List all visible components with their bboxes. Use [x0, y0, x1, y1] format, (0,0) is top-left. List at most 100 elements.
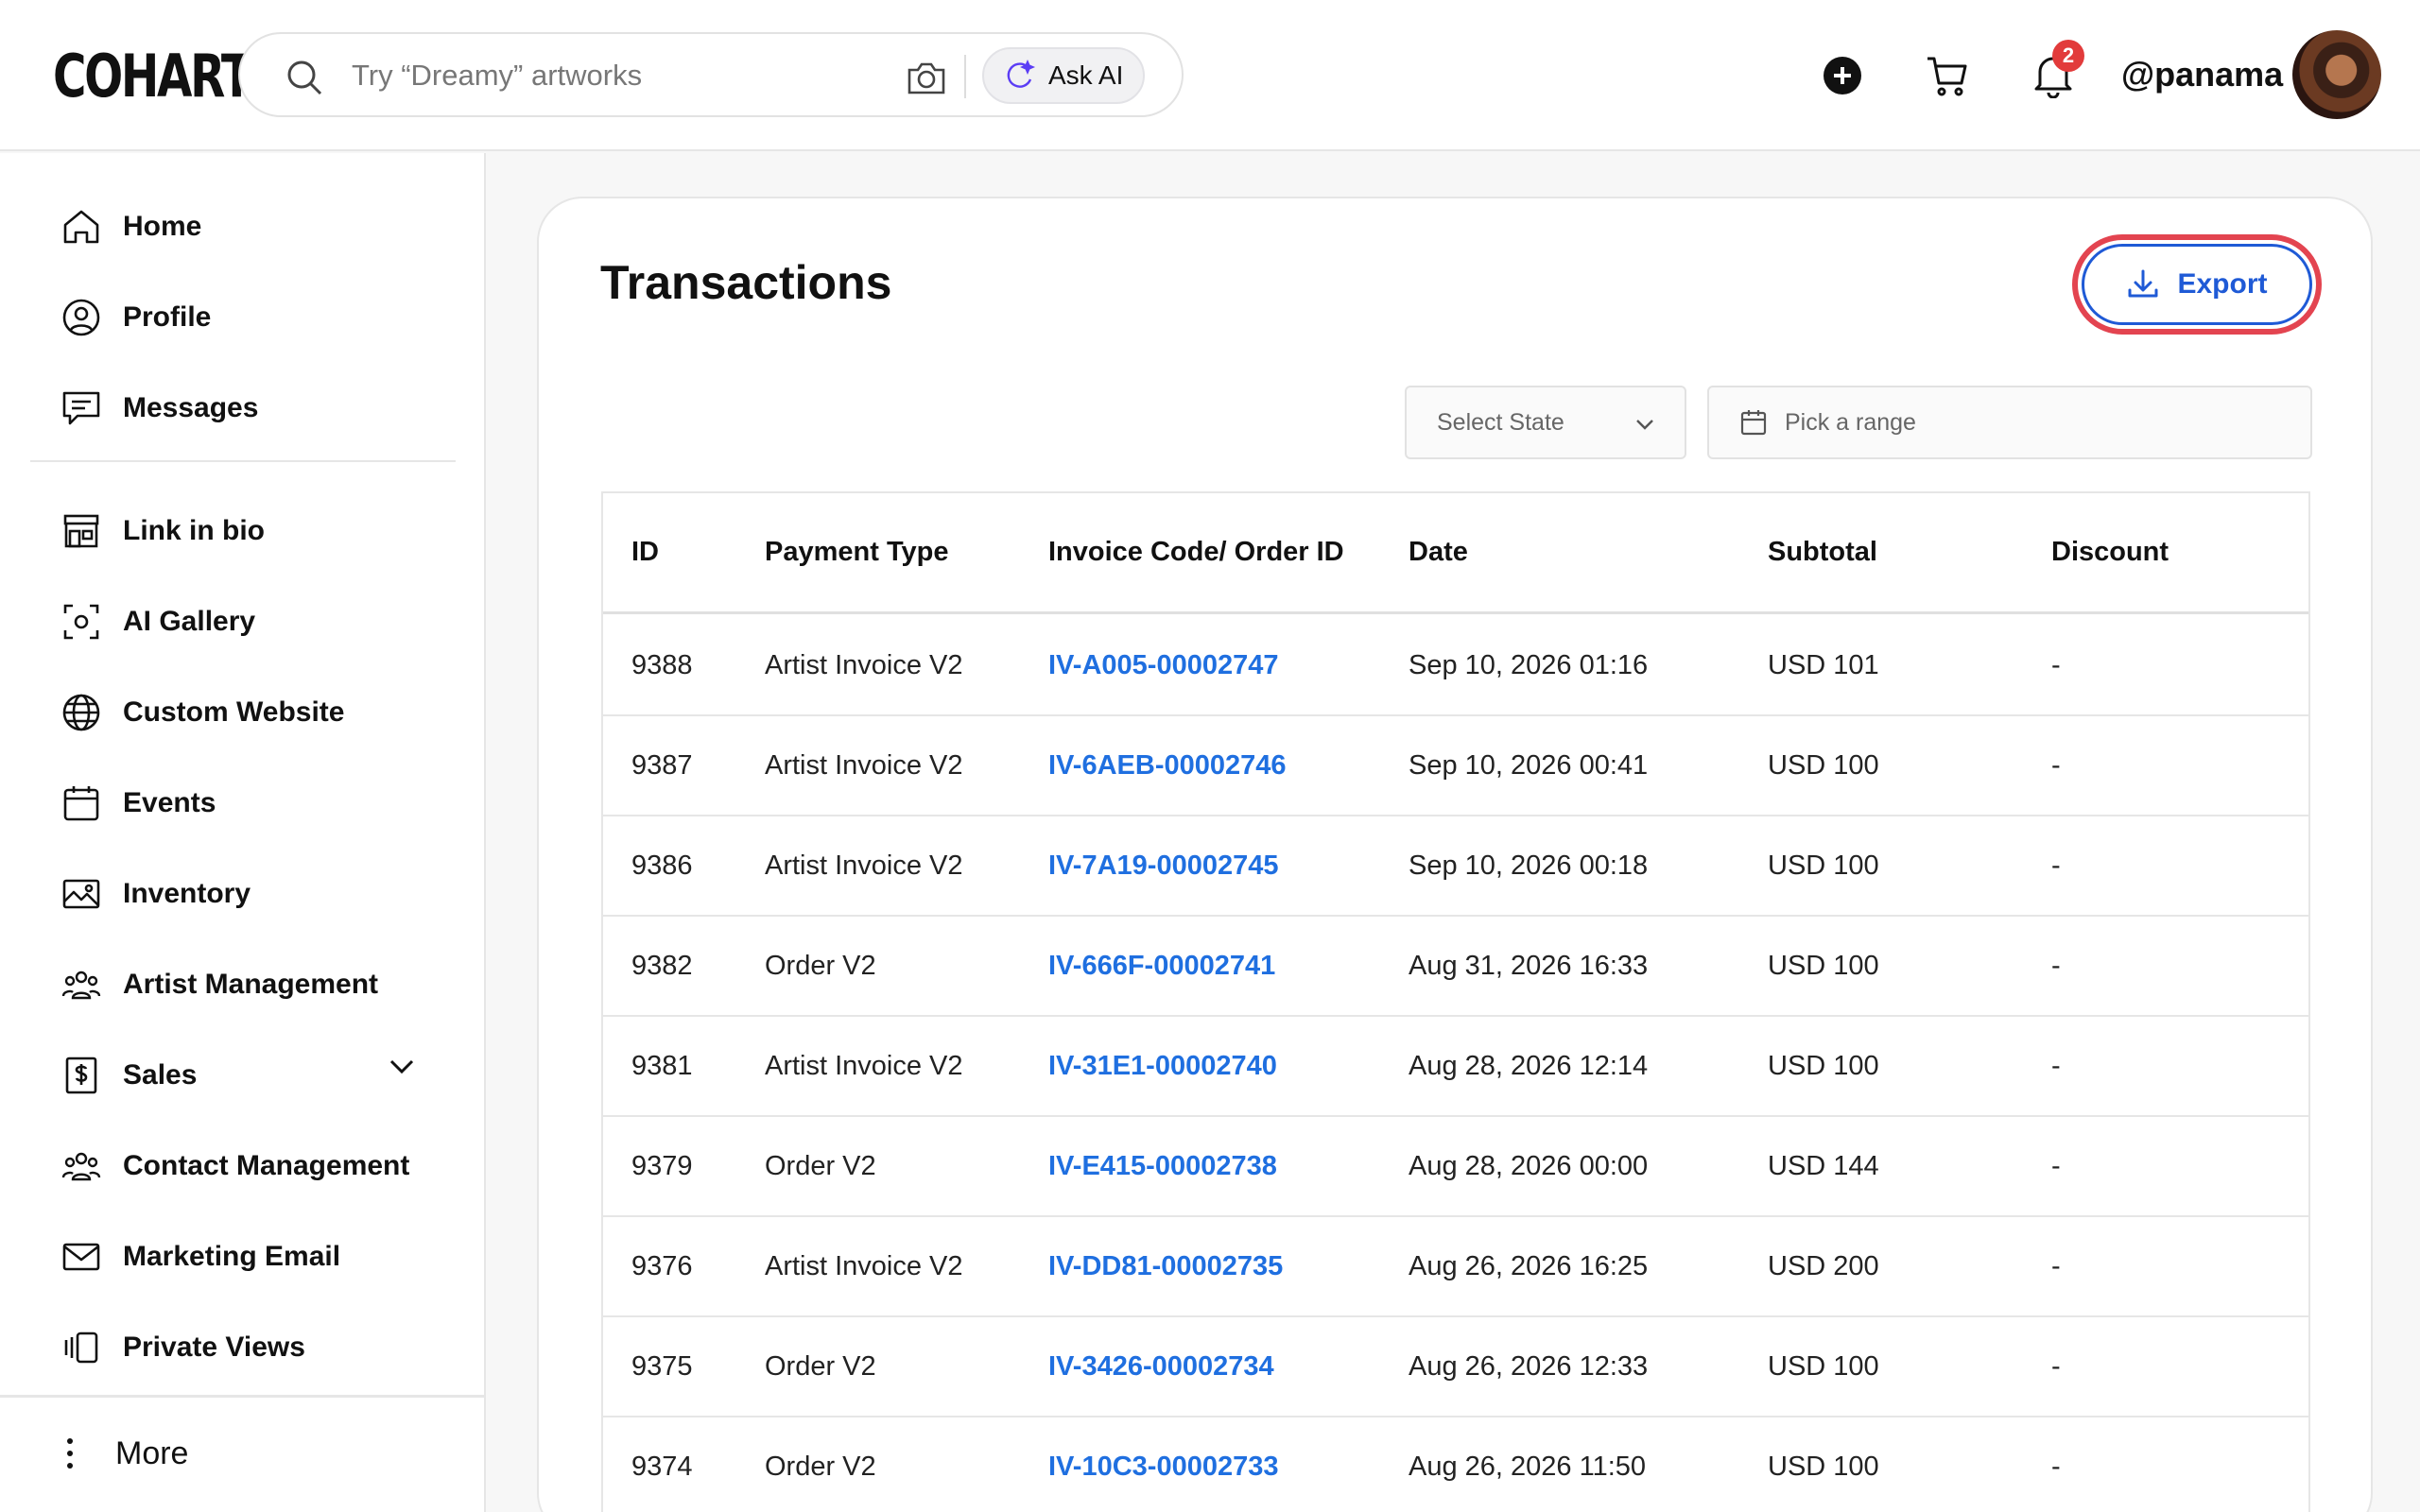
sidebar-item-contact-management[interactable]: Contact Management — [60, 1138, 409, 1194]
invoice-code-link[interactable]: IV-666F-00002741 — [1048, 951, 1275, 982]
chevron-down-icon[interactable] — [386, 1050, 418, 1082]
users-icon — [61, 971, 101, 1000]
sidebar-item-profile[interactable]: Profile — [60, 289, 211, 346]
cell-id: 9376 — [631, 1251, 693, 1281]
table-row[interactable]: 9388 Artist Invoice V2 IV-A005-00002747 Sep… — [603, 616, 2308, 716]
cell-discount: - — [2051, 750, 2061, 781]
export-button[interactable]: Export — [2082, 244, 2312, 325]
sparkle-icon — [1007, 59, 1036, 88]
sidebar-item-events[interactable]: Events — [60, 775, 216, 832]
table-header: ID Payment Type Invoice Code/ Order ID D… — [603, 493, 2308, 614]
cell-discount: - — [2051, 1051, 2061, 1081]
cell-subtotal: USD 100 — [1768, 1351, 1879, 1382]
more-vertical-icon — [60, 1438, 79, 1469]
chevron-down-icon — [1636, 420, 1653, 430]
sidebar-item-label: Custom Website — [123, 696, 345, 728]
sidebar-item-artist-management[interactable]: Artist Management — [60, 956, 378, 1013]
sidebar-item-home[interactable]: Home — [60, 198, 201, 255]
table-row[interactable]: 9375 Order V2 IV-3426-00002734 Aug 26, 2026… — [603, 1317, 2308, 1418]
cell-payment-type: Order V2 — [765, 1351, 876, 1382]
invoice-code-link[interactable]: IV-31E1-00002740 — [1048, 1051, 1277, 1082]
select-state-label: Select State — [1437, 408, 1564, 436]
cell-id: 9374 — [631, 1452, 693, 1482]
column-header-payment-type[interactable]: Payment Type — [765, 537, 948, 568]
sidebar-item-messages[interactable]: Messages — [60, 380, 258, 437]
avatar[interactable] — [2292, 30, 2381, 119]
sidebar-item-label: AI Gallery — [123, 606, 256, 637]
date-range-picker[interactable]: Pick a range — [1707, 386, 2312, 459]
table-row[interactable]: 9379 Order V2 IV-E415-00002738 Aug 28, 2026… — [603, 1117, 2308, 1217]
cell-subtotal: USD 101 — [1768, 650, 1879, 680]
column-header-invoice-code[interactable]: Invoice Code/ Order ID — [1048, 537, 1344, 568]
sidebar-item-link-in-bio[interactable]: Link in bio — [60, 503, 265, 559]
column-header-date[interactable]: Date — [1409, 537, 1468, 568]
cell-id: 9382 — [631, 951, 693, 981]
column-header-id[interactable]: ID — [631, 537, 659, 568]
cell-subtotal: USD 100 — [1768, 1051, 1879, 1081]
table-row[interactable]: 9382 Order V2 IV-666F-00002741 Aug 31, 2026… — [603, 917, 2308, 1017]
cell-date: Aug 28, 2026 00:00 — [1409, 1151, 1649, 1181]
cohart-logo[interactable]: COHART — [53, 42, 252, 111]
invoice-code-link[interactable]: IV-6AEB-00002746 — [1048, 750, 1287, 782]
camera-icon[interactable] — [906, 59, 947, 96]
mail-icon — [62, 1243, 100, 1271]
username[interactable]: @panama — [2121, 55, 2283, 94]
cart-icon[interactable] — [1925, 53, 1970, 98]
invoice-code-link[interactable]: IV-3426-00002734 — [1048, 1351, 1274, 1383]
add-button[interactable] — [1824, 57, 1861, 94]
sidebar-item-label: Sales — [123, 1059, 198, 1091]
table-row[interactable]: 9374 Order V2 IV-10C3-00002733 Aug 26, 2026… — [603, 1418, 2308, 1512]
sidebar-item-ai-gallery[interactable]: AI Gallery — [60, 593, 255, 650]
calendar-icon — [63, 786, 99, 821]
sidebar-item-label: Messages — [123, 392, 259, 423]
image-icon — [62, 879, 100, 909]
cell-subtotal: USD 200 — [1768, 1251, 1879, 1281]
users-icon — [61, 1152, 101, 1181]
transactions-table: ID Payment Type Invoice Code/ Order ID D… — [601, 491, 2310, 1512]
storefront-icon — [63, 514, 99, 548]
cell-payment-type: Order V2 — [765, 1452, 876, 1482]
column-header-subtotal[interactable]: Subtotal — [1768, 537, 1877, 568]
invoice-code-link[interactable]: IV-A005-00002747 — [1048, 650, 1278, 681]
dollar-doc-icon — [65, 1057, 97, 1094]
invoice-code-link[interactable]: IV-E415-00002738 — [1048, 1151, 1277, 1182]
sidebar-item-inventory[interactable]: Inventory — [60, 866, 251, 922]
cell-discount: - — [2051, 1251, 2061, 1281]
cell-id: 9375 — [631, 1351, 693, 1382]
invoice-code-link[interactable]: IV-DD81-00002735 — [1048, 1251, 1283, 1282]
cell-id: 9387 — [631, 750, 693, 781]
cell-id: 9386 — [631, 850, 693, 881]
select-state-dropdown[interactable]: Select State — [1405, 386, 1686, 459]
invoice-code-link[interactable]: IV-7A19-00002745 — [1048, 850, 1278, 882]
cell-payment-type: Artist Invoice V2 — [765, 1251, 963, 1281]
cell-payment-type: Artist Invoice V2 — [765, 850, 963, 881]
table-row[interactable]: 9376 Artist Invoice V2 IV-DD81-00002735 Aug… — [603, 1217, 2308, 1317]
page-title: Transactions — [600, 256, 892, 309]
ask-ai-button[interactable]: Ask AI — [982, 47, 1145, 104]
cell-subtotal: USD 100 — [1768, 850, 1879, 881]
sidebar-item-label: Home — [123, 211, 202, 242]
cell-discount: - — [2051, 850, 2061, 881]
sidebar-item-label: Link in bio — [123, 515, 265, 546]
sidebar-item-custom-website[interactable]: Custom Website — [60, 684, 344, 741]
gallery-stack-icon — [64, 1332, 98, 1364]
sidebar-item-label: Contact Management — [123, 1150, 410, 1181]
table-row[interactable]: 9381 Artist Invoice V2 IV-31E1-00002740 Aug… — [603, 1017, 2308, 1117]
table-row[interactable]: 9386 Artist Invoice V2 IV-7A19-00002745 Sep… — [603, 816, 2308, 917]
cell-discount: - — [2051, 1452, 2061, 1482]
sidebar-item-sales[interactable]: Sales — [60, 1047, 197, 1104]
cell-id: 9379 — [631, 1151, 693, 1181]
cell-date: Aug 28, 2026 12:14 — [1409, 1051, 1649, 1081]
cell-discount: - — [2051, 951, 2061, 981]
scan-icon — [63, 604, 99, 640]
ask-ai-label: Ask AI — [1048, 60, 1124, 90]
column-header-discount[interactable]: Discount — [2051, 537, 2169, 568]
sidebar-item-marketing-email[interactable]: Marketing Email — [60, 1228, 340, 1285]
invoice-code-link[interactable]: IV-10C3-00002733 — [1048, 1452, 1278, 1483]
cell-id: 9388 — [631, 650, 693, 680]
cell-payment-type: Artist Invoice V2 — [765, 750, 963, 781]
sidebar-item-private-views[interactable]: Private Views — [60, 1319, 305, 1376]
more-label: More — [115, 1435, 189, 1471]
more-button[interactable]: More — [60, 1425, 188, 1482]
table-row[interactable]: 9387 Artist Invoice V2 IV-6AEB-00002746 Sep… — [603, 716, 2308, 816]
